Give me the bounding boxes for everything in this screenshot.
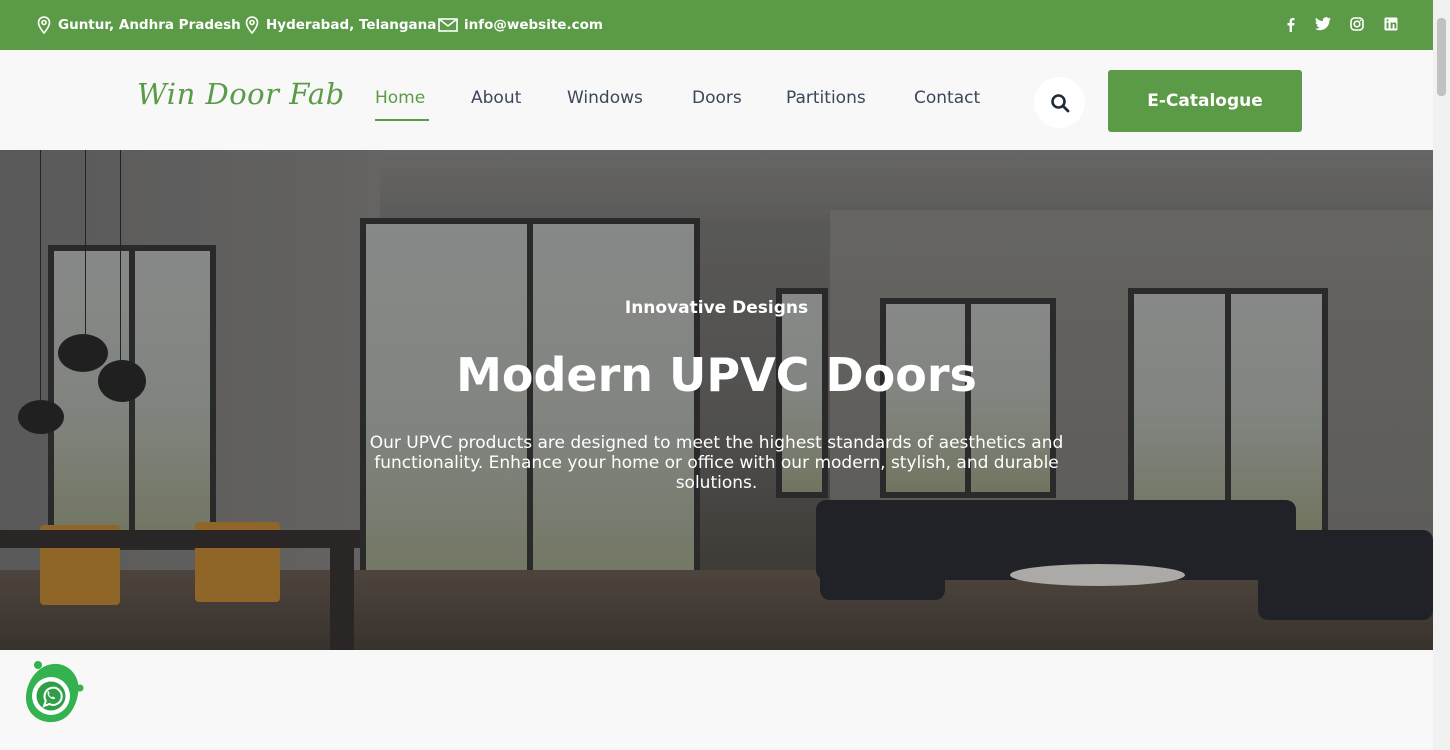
search-button[interactable] <box>1034 77 1085 128</box>
search-icon <box>1050 93 1069 112</box>
hero-banner: Innovative Designs Modern UPVC Doors Our… <box>0 150 1433 650</box>
email-link[interactable]: info@website.com <box>438 0 603 50</box>
nav-about[interactable]: About <box>471 88 521 108</box>
whatsapp-icon <box>26 661 84 723</box>
whatsapp-button[interactable] <box>20 660 86 726</box>
location-hyderabad: Hyderabad, Telangana <box>244 0 436 50</box>
nav-home[interactable]: Home <box>375 88 425 108</box>
map-pin-icon <box>245 16 259 34</box>
nav-windows[interactable]: Windows <box>567 88 643 108</box>
page-scrollbar[interactable] <box>1433 0 1450 750</box>
location-text: Hyderabad, Telangana <box>266 17 437 33</box>
site-logo[interactable]: Win Door Fab <box>137 77 345 111</box>
linkedin-icon[interactable] <box>1382 15 1400 33</box>
top-info-bar: Guntur, Andhra Pradesh Hyderabad, Telang… <box>0 0 1433 50</box>
nav-contact[interactable]: Contact <box>914 88 980 108</box>
map-pin-icon <box>37 16 51 34</box>
nav-doors[interactable]: Doors <box>692 88 742 108</box>
nav-active-indicator <box>375 119 429 121</box>
instagram-icon[interactable] <box>1348 15 1366 33</box>
twitter-icon[interactable] <box>1314 15 1332 33</box>
envelope-icon <box>438 18 458 32</box>
location-text: Guntur, Andhra Pradesh <box>58 17 241 33</box>
location-guntur: Guntur, Andhra Pradesh <box>36 0 241 50</box>
hero-title: Modern UPVC Doors <box>456 348 977 402</box>
hero-subtitle: Innovative Designs <box>624 298 809 318</box>
email-text: info@website.com <box>464 17 603 33</box>
scrollbar-thumb[interactable] <box>1437 18 1446 96</box>
e-catalogue-button[interactable]: E-Catalogue <box>1108 70 1302 132</box>
main-header: Win Door Fab Home About Windows Doors Pa… <box>0 50 1433 150</box>
hero-description: Our UPVC products are designed to meet t… <box>369 433 1064 493</box>
facebook-icon[interactable] <box>1281 15 1299 33</box>
nav-partitions[interactable]: Partitions <box>786 88 866 108</box>
